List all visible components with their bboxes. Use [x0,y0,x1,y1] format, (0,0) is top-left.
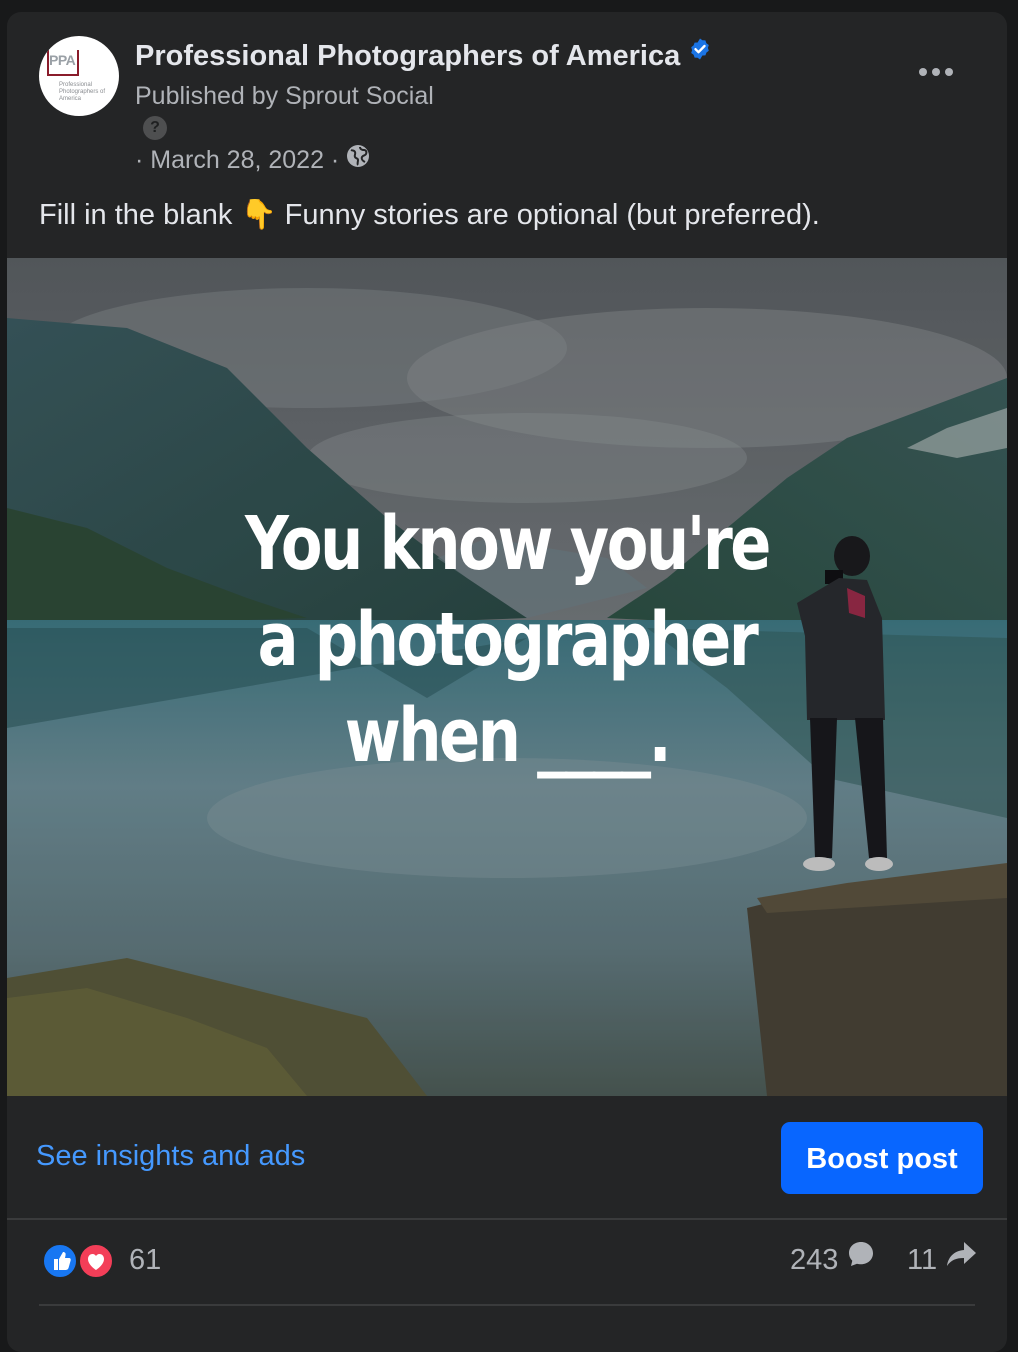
post-image[interactable]: You know you're a photographer when ____… [7,258,1007,1096]
share-count: 11 [907,1244,938,1276]
post-dateline: · March 28, 2022 · [135,144,370,175]
post-text: Fill in the blank 👇 Funny stories are op… [39,199,820,231]
verified-badge-icon [688,36,712,69]
ppa-logo-caption: Professional Photographers of America [59,82,106,102]
page-name-label[interactable]: Professional Photographers of America [135,40,680,72]
more-options-icon[interactable] [919,64,959,80]
comment-icon [846,1239,876,1277]
published-by: Published by Sprout Social [135,82,434,110]
question-mark-icon[interactable]: ? [143,116,167,140]
boost-post-button[interactable]: Boost post [781,1122,983,1194]
post-date[interactable]: · March 28, 2022 · [135,146,339,174]
comment-stat[interactable]: 243 [790,1242,876,1277]
like-reaction-icon [41,1242,79,1280]
share-stat[interactable]: 11 [907,1242,979,1277]
post-card: PPA Professional Photographers of Americ… [7,12,1007,1352]
image-overlay-text: You know you're a photographer when ____… [97,496,917,784]
bottom-divider [39,1304,975,1306]
share-icon [945,1239,979,1277]
globe-icon [346,144,370,175]
ppa-logo-text: PPA [49,52,76,68]
love-reaction-icon [77,1242,115,1280]
comment-count: 243 [790,1244,839,1276]
section-divider [7,1218,1007,1220]
overlay-line-3: when ____. [344,693,672,779]
reaction-count: 61 [129,1244,162,1276]
see-insights-link[interactable]: See insights and ads [36,1140,305,1173]
overlay-line-2: a photographer [257,597,759,683]
page-name[interactable]: Professional Photographers of America [135,38,712,73]
overlay-line-1: You know you're [244,501,771,587]
page-avatar[interactable]: PPA Professional Photographers of Americ… [39,36,119,116]
